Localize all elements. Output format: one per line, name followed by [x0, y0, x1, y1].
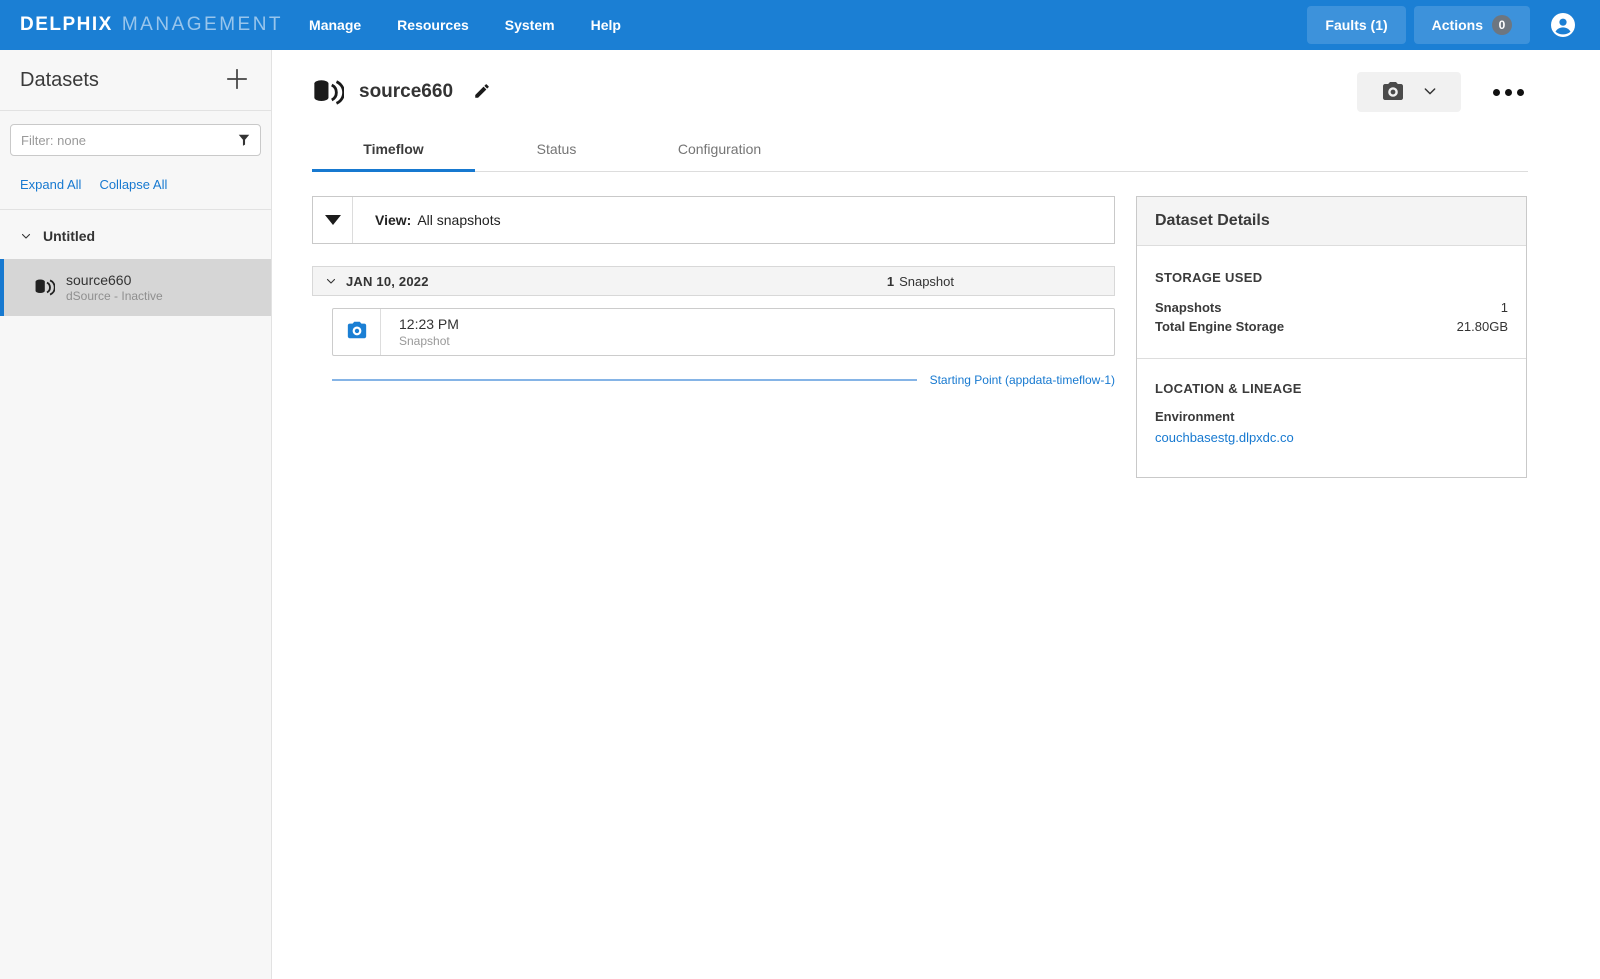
datasets-title: Datasets: [20, 69, 99, 92]
nav-help[interactable]: Help: [591, 17, 621, 33]
nav-resources[interactable]: Resources: [397, 17, 469, 33]
page-title: source660: [359, 81, 453, 103]
app-logo: DELPHIX MANAGEMENT: [20, 14, 283, 36]
details-title: Dataset Details: [1137, 197, 1526, 246]
dataset-details-panel: Dataset Details STORAGE USED Snapshots 1…: [1136, 196, 1527, 478]
more-menu-button[interactable]: [1489, 85, 1528, 100]
date-label: JAN 10, 2022: [346, 274, 429, 289]
sidebar-item-name: source660: [66, 272, 163, 289]
timeflow-starting-point: Starting Point (appdata-timeflow-1): [332, 373, 1115, 387]
chevron-down-icon: [325, 275, 337, 287]
view-selector[interactable]: View: All snapshots: [312, 196, 1115, 244]
location-lineage-section: LOCATION & LINEAGE Environment couchbase…: [1137, 358, 1526, 477]
pencil-icon: [473, 82, 491, 103]
sidebar-item-subtitle: dSource - Inactive: [66, 289, 163, 304]
snapshot-count: 1Snapshot: [887, 274, 954, 289]
main-panel: source660: [272, 50, 1600, 979]
faults-button[interactable]: Faults (1): [1307, 6, 1405, 44]
actions-button[interactable]: Actions 0: [1414, 6, 1530, 44]
sidebar-item-text: source660 dSource - Inactive: [66, 272, 163, 304]
storage-used-title: STORAGE USED: [1155, 270, 1508, 285]
timeflow-line: [332, 379, 917, 381]
tab-timeflow[interactable]: Timeflow: [312, 128, 475, 171]
brand-primary: DELPHIX: [20, 14, 113, 36]
environment-link[interactable]: couchbasestg.dlpxdc.co: [1155, 430, 1294, 445]
ellipsis-icon: [1493, 89, 1500, 96]
view-value: All snapshots: [417, 212, 500, 228]
camera-icon: [1381, 79, 1405, 106]
tab-status[interactable]: Status: [475, 128, 638, 171]
dsource-icon: [312, 78, 344, 107]
snapshot-time: 12:23 PM: [399, 315, 459, 333]
tab-configuration[interactable]: Configuration: [638, 128, 801, 171]
triangle-down-icon: [325, 215, 341, 225]
plus-icon: [225, 67, 249, 94]
date-group-header[interactable]: JAN 10, 2022 1Snapshot: [312, 266, 1115, 296]
sidebar-item-source660[interactable]: source660 dSource - Inactive: [0, 259, 271, 316]
chevron-down-icon: [1422, 83, 1438, 102]
top-bar: DELPHIX MANAGEMENT Manage Resources Syst…: [0, 0, 1600, 50]
filter-icon[interactable]: [237, 133, 251, 147]
top-nav: Manage Resources System Help: [309, 17, 621, 33]
total-engine-storage-value: 21.80GB: [1457, 317, 1508, 336]
page-header: source660: [272, 50, 1600, 128]
group-row-untitled[interactable]: Untitled: [0, 210, 271, 259]
expand-all-link[interactable]: Expand All: [20, 177, 81, 192]
starting-point-link[interactable]: Starting Point (appdata-timeflow-1): [930, 373, 1115, 387]
header-actions: [1357, 72, 1528, 112]
snapshots-value: 1: [1501, 298, 1508, 317]
tree-controls: Expand All Collapse All: [0, 168, 271, 210]
storage-used-section: STORAGE USED Snapshots 1 Total Engine St…: [1137, 246, 1526, 358]
actions-badge: 0: [1492, 15, 1512, 35]
chevron-down-icon: [20, 230, 32, 242]
user-avatar-icon[interactable]: [1550, 12, 1576, 38]
total-engine-storage-label: Total Engine Storage: [1155, 317, 1284, 336]
snapshot-row[interactable]: 12:23 PM Snapshot: [332, 308, 1115, 356]
view-toggle[interactable]: [313, 197, 353, 243]
filter-input[interactable]: [10, 124, 261, 156]
view-text: View: All snapshots: [353, 212, 501, 228]
environment-label: Environment: [1155, 409, 1508, 424]
location-lineage-title: LOCATION & LINEAGE: [1155, 381, 1508, 396]
timeline-column: View: All snapshots JAN 10, 2022 1Snapsho…: [312, 196, 1115, 387]
nav-system[interactable]: System: [505, 17, 555, 33]
camera-icon: [346, 319, 368, 346]
topbar-actions: Faults (1) Actions 0: [1307, 6, 1576, 44]
faults-label: Faults (1): [1325, 17, 1387, 33]
view-label: View:: [375, 212, 411, 228]
snapshot-info: 12:23 PM Snapshot: [381, 315, 459, 349]
snapshots-label: Snapshots: [1155, 298, 1221, 317]
collapse-all-link[interactable]: Collapse All: [99, 177, 167, 192]
snapshots-row: Snapshots 1: [1155, 298, 1508, 317]
sidebar-header: Datasets: [0, 50, 271, 111]
tab-bar: Timeflow Status Configuration: [312, 128, 1528, 172]
nav-manage[interactable]: Manage: [309, 17, 361, 33]
filter-box: [0, 111, 271, 168]
add-dataset-button[interactable]: [223, 65, 251, 96]
dsource-icon: [34, 278, 55, 297]
snapshot-camera-cell: [333, 309, 381, 355]
snapshot-type: Snapshot: [399, 333, 459, 349]
timeflow-content: View:All snapshots JAN 10, 2022 1Snapsho…: [272, 172, 1600, 478]
total-engine-storage-row: Total Engine Storage 21.80GB: [1155, 317, 1508, 336]
snapshot-button[interactable]: [1357, 72, 1461, 112]
brand-secondary: MANAGEMENT: [122, 14, 283, 36]
actions-label: Actions: [1432, 17, 1483, 33]
datasets-sidebar: Datasets Expand All Collapse All: [0, 50, 272, 979]
group-label: Untitled: [43, 228, 95, 244]
edit-name-button[interactable]: [471, 80, 493, 105]
delphix-management-app: DELPHIX MANAGEMENT Manage Resources Syst…: [0, 0, 1600, 979]
